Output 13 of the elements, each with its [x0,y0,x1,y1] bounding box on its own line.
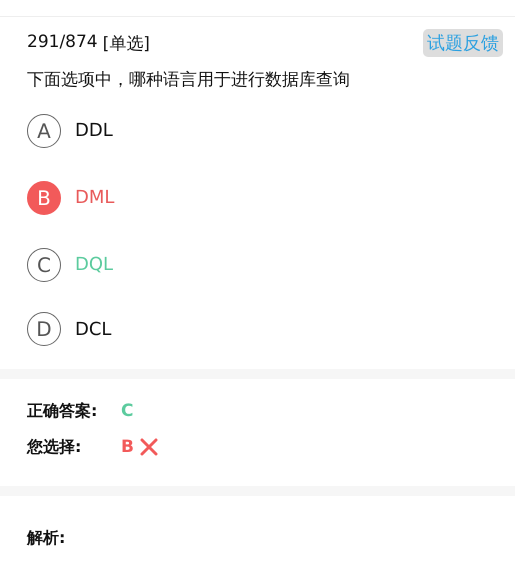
option-text[interactable]: DDL [75,120,113,141]
question-text: 下面选项中，哪种语言用于进行数据库查询 [27,69,351,91]
option-letter[interactable]: D [27,312,61,346]
question-type: [单选] [102,32,150,54]
option-letter[interactable]: C [27,248,61,282]
option-text[interactable]: DCL [75,318,112,340]
correct-answer-value: C [121,401,134,421]
question-number: 291/874 [27,32,98,54]
correct-answer-label: 正确答案: [27,400,98,422]
your-choice-value: B [121,437,134,457]
your-choice-label: 您选择: [27,436,82,458]
option-letter[interactable]: A [27,114,61,148]
analysis-label: 解析: [27,528,66,547]
